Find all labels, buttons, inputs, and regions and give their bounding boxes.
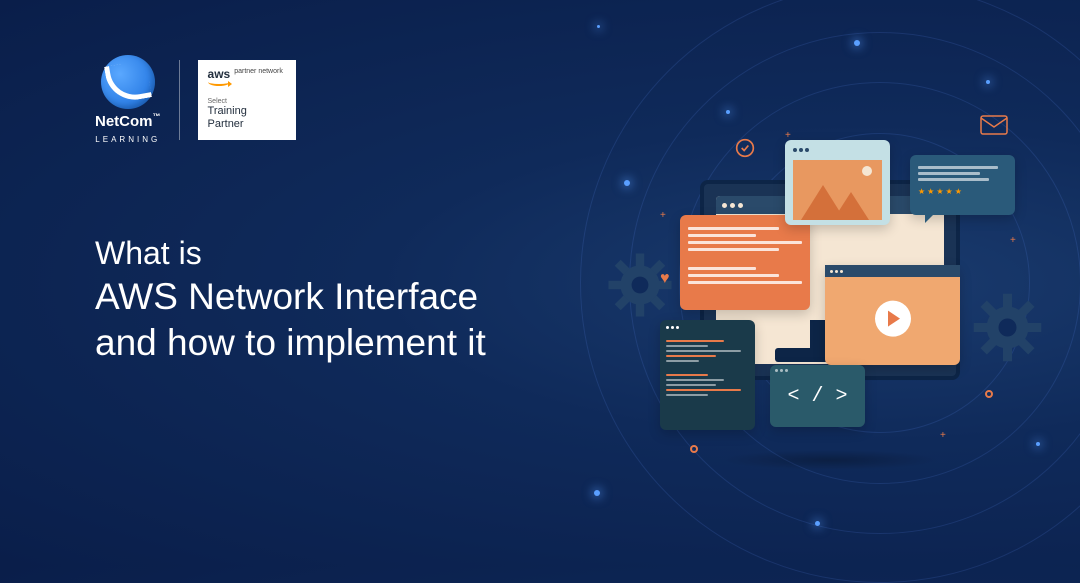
- aws-partner-text: partner network: [234, 68, 283, 76]
- plus-icon: +: [940, 430, 946, 441]
- sparkle-dot: [597, 25, 600, 28]
- image-window: [785, 140, 890, 225]
- aws-partner-badge: aws partner network Select Training Part…: [198, 60, 296, 140]
- checkmark-icon: [735, 138, 755, 163]
- sparkle-dot: [854, 40, 860, 46]
- star-rating: ★★★★★: [918, 187, 1007, 196]
- sparkle-dot: [594, 490, 600, 496]
- hero-illustration: ★★★★★ < / > + ♥ + + +: [630, 120, 1030, 500]
- plus-icon: +: [1010, 235, 1016, 246]
- aws-smile-icon: [208, 78, 230, 86]
- code-tag-window: < / >: [770, 365, 865, 427]
- chat-bubble: ★★★★★: [910, 155, 1015, 215]
- sparkle-dot: [815, 521, 820, 526]
- netcom-logo: NetCom™ LEARNING: [95, 55, 161, 144]
- title-line-3: and how to implement it: [95, 320, 486, 366]
- circle-icon: [690, 445, 698, 453]
- title-line-1: What is: [95, 235, 486, 272]
- gear-icon: [970, 290, 1045, 370]
- netcom-logo-text: NetCom™: [95, 113, 161, 130]
- plus-icon: +: [660, 210, 666, 221]
- code-editor-window: [660, 320, 755, 430]
- netcom-logo-mark: [101, 55, 155, 109]
- sparkle-dot: [1036, 442, 1040, 446]
- sparkle-dot: [726, 110, 730, 114]
- header-logos: NetCom™ LEARNING aws partner network Sel…: [95, 55, 296, 144]
- aws-tier-label: Select: [208, 98, 286, 105]
- circle-icon: [985, 390, 993, 398]
- shadow-ellipse: [720, 450, 940, 470]
- text-window: [680, 215, 810, 310]
- title-line-2: AWS Network Interface: [95, 274, 486, 320]
- page-title: What is AWS Network Interface and how to…: [95, 235, 486, 367]
- envelope-icon: [980, 115, 1008, 141]
- video-window: [825, 265, 960, 365]
- play-icon: [875, 301, 911, 337]
- sparkle-dot: [986, 80, 990, 84]
- netcom-logo-subtitle: LEARNING: [95, 135, 160, 144]
- aws-role-label: Training Partner: [208, 105, 286, 131]
- plus-icon: +: [785, 130, 791, 141]
- heart-icon: ♥: [660, 270, 670, 288]
- logo-divider: [179, 60, 180, 140]
- code-tag-symbol: < / >: [787, 385, 847, 408]
